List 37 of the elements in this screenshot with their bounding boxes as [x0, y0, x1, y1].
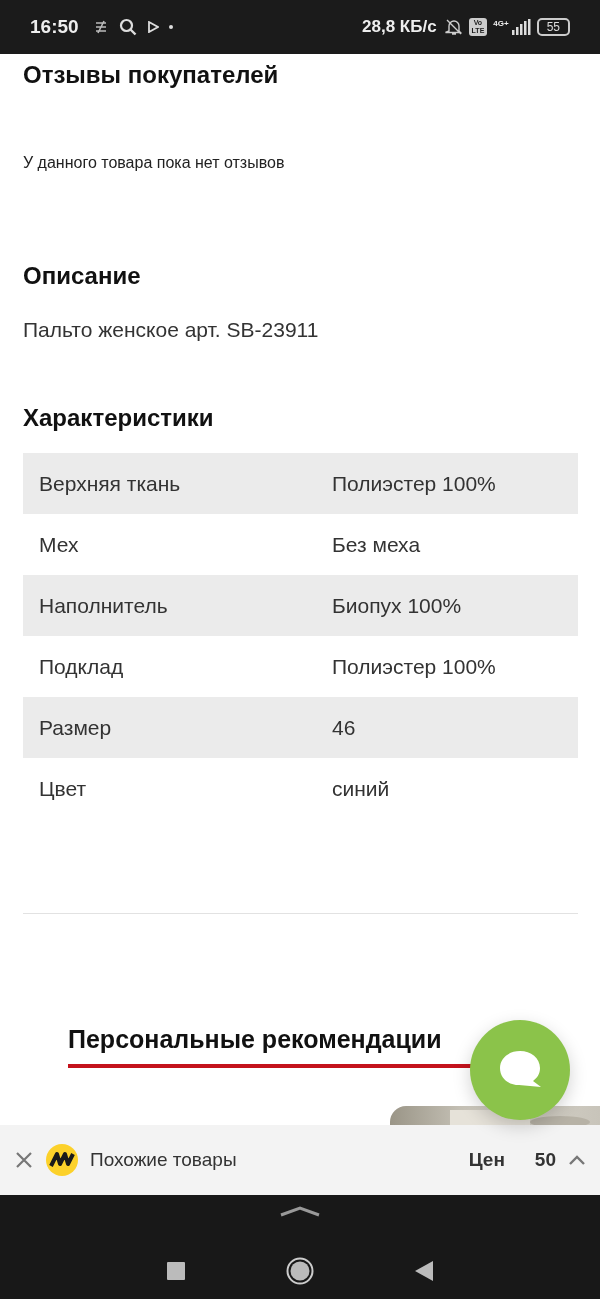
table-cell: 46 — [332, 715, 356, 740]
battery-icon: 55 — [536, 18, 570, 36]
table-cell-text: Мех — [38, 532, 80, 557]
section-title: Отзывы покупателей — [23, 60, 280, 90]
table-cell-text: Подклад — [38, 654, 125, 679]
price-text: Цен — [468, 1149, 505, 1171]
table-cell-text: Верхняя ткань — [38, 471, 182, 496]
network-speed: 28,8 КБ/с — [362, 17, 437, 37]
table-cell-text: Размер — [38, 715, 113, 740]
table-cell: Полиэстер 100% — [332, 471, 496, 496]
section-title: Описание — [23, 261, 142, 291]
table-cell-text: Цвет — [38, 776, 88, 801]
home-button[interactable] — [286, 1257, 314, 1285]
muted-bell-icon — [444, 18, 463, 36]
table-cell: Без меха — [332, 532, 421, 557]
recommendations-title: Персональные рекомендации — [68, 1024, 443, 1055]
clock: 16:50 — [30, 16, 79, 38]
network-type: 4G+ — [493, 19, 509, 28]
back-button[interactable] — [414, 1260, 434, 1282]
search-icon — [118, 18, 137, 36]
empty-reviews-text: У данного товара пока нет отзывов — [23, 153, 286, 173]
close-icon[interactable] — [14, 1150, 34, 1170]
signal-icon — [510, 19, 531, 35]
table-cell-text: Наполнитель — [38, 593, 169, 618]
chevron-up-icon[interactable] — [279, 1205, 321, 1217]
section-title: Характеристики — [23, 403, 215, 433]
recents-button[interactable] — [166, 1261, 186, 1281]
dot-icon — [168, 25, 173, 29]
chevron-up-icon[interactable] — [568, 1154, 586, 1166]
similar-products-link[interactable]: Похожие товары — [90, 1149, 457, 1171]
description-text: Пальто женское арт. SB-23911 — [23, 317, 320, 343]
play-icon — [146, 21, 159, 33]
price-text: 50 — [534, 1149, 556, 1171]
market-logo-icon — [46, 1144, 78, 1176]
table-cell: Полиэстер 100% — [332, 654, 496, 679]
table-cell: Биопух 100% — [332, 593, 462, 618]
table-cell: синий — [332, 776, 390, 801]
